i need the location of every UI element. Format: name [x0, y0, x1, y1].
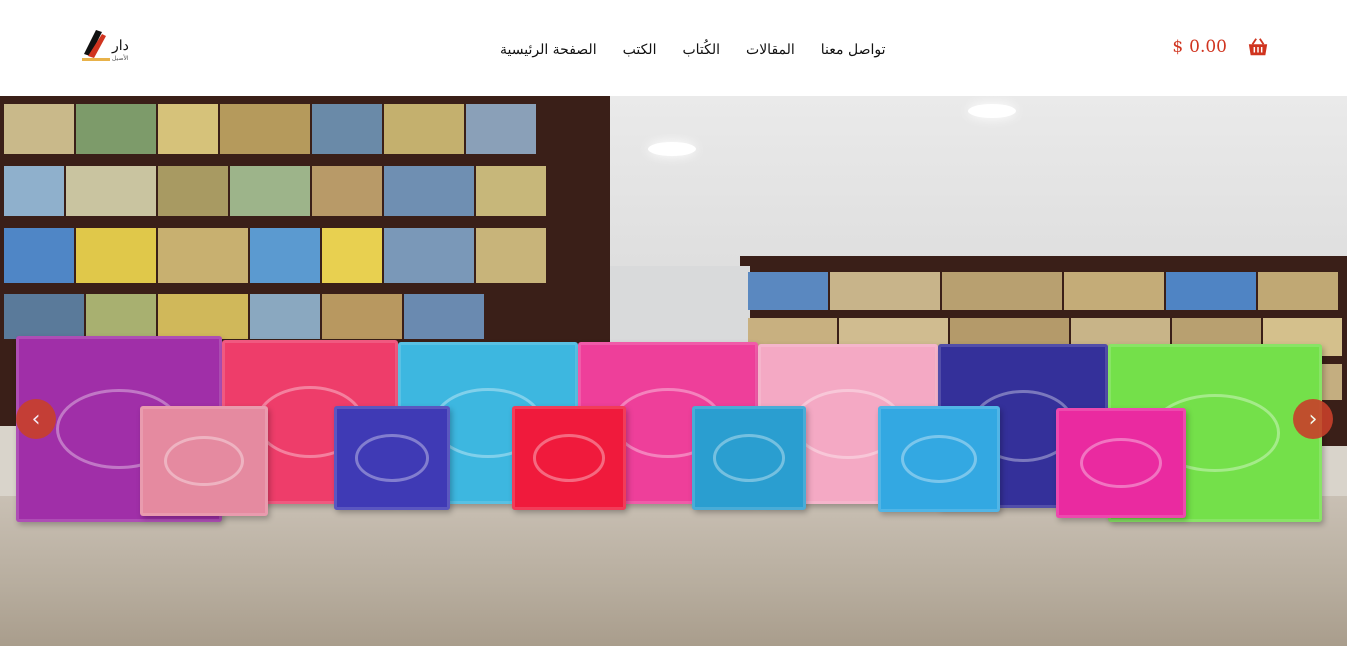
quran-product-image: [334, 406, 450, 510]
chevron-left-icon: ‹: [31, 406, 41, 432]
cart-widget[interactable]: $ 0.00: [1172, 36, 1269, 58]
quran-product-image: [1056, 408, 1186, 518]
ceiling-light: [648, 142, 696, 156]
svg-text:الأصيل: الأصيل: [112, 54, 129, 62]
svg-text:دار: دار: [111, 38, 129, 54]
cart-total[interactable]: $ 0.00: [1172, 37, 1227, 57]
nav-contact[interactable]: تواصل معنا: [821, 42, 886, 58]
nav-home[interactable]: الصفحة الرئيسية: [500, 42, 597, 58]
ceiling-light: [968, 104, 1016, 118]
nav-books[interactable]: الكتب: [623, 42, 657, 58]
slider-prev-button[interactable]: ‹: [16, 399, 56, 439]
nav-articles[interactable]: المقالات: [746, 42, 795, 58]
main-nav: الصفحة الرئيسية الكتب الكُتاب المقالات ت…: [500, 38, 885, 62]
cart-amount: 0.00: [1189, 37, 1227, 57]
book-row: [4, 294, 604, 339]
quran-product-image: [878, 406, 1000, 512]
chevron-right-icon: ›: [1308, 406, 1318, 432]
quran-product-image: [512, 406, 626, 510]
basket-icon[interactable]: [1247, 36, 1269, 58]
dar-al-aseel-logo-icon: دار الأصيل: [82, 30, 129, 62]
book-row: [4, 104, 604, 154]
book-row: [748, 272, 1342, 310]
site-logo[interactable]: دار الأصيل: [80, 24, 150, 66]
site-header: دار الأصيل الصفحة الرئيسية الكتب الكُتاب…: [0, 0, 1347, 96]
quran-product-image: [692, 406, 806, 510]
cart-currency: $: [1172, 37, 1184, 57]
quran-product-image: [140, 406, 268, 516]
hero-slider: ‹ ›: [0, 96, 1347, 646]
book-row: [4, 228, 604, 283]
slider-next-button[interactable]: ›: [1293, 399, 1333, 439]
book-row: [4, 166, 604, 216]
nav-authors[interactable]: الكُتاب: [682, 42, 720, 58]
